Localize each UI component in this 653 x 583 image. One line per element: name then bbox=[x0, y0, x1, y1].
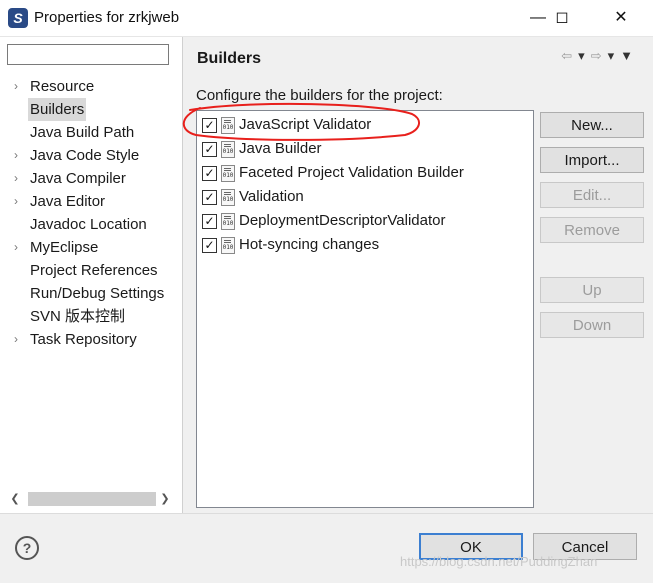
scroll-left-icon[interactable]: ❮ bbox=[6, 490, 24, 508]
tree-item-java-editor[interactable]: › Java Editor bbox=[0, 190, 182, 213]
dialog-footer: ? OK Cancel https://blog.csdn.net/Puddin… bbox=[0, 513, 653, 583]
watermark-text: https://blog.csdn.net/PuddingZhan bbox=[400, 554, 598, 569]
tree-item-java-build-path[interactable]: Java Build Path bbox=[0, 121, 182, 144]
expand-arrow-icon[interactable]: › bbox=[14, 190, 24, 213]
window-title: Properties for zrkjweb bbox=[34, 9, 180, 26]
edit-builder-button[interactable]: Edit... bbox=[540, 182, 644, 208]
tree-item-javadoc-location[interactable]: Javadoc Location bbox=[0, 213, 182, 236]
builder-checkbox[interactable]: ✓ bbox=[202, 238, 217, 253]
builder-row-javascript-validator[interactable]: ✓ 010 JavaScript Validator bbox=[202, 114, 522, 136]
back-arrow-icon[interactable]: ⇦ bbox=[561, 48, 578, 63]
tree-item-svn[interactable]: SVN 版本控制 bbox=[0, 305, 182, 328]
property-page-list: › Resource Builders Java Build Path › Java… bbox=[0, 75, 182, 351]
tree-item-builders[interactable]: Builders bbox=[0, 98, 182, 121]
builder-icon: 010 bbox=[221, 117, 235, 134]
page-header: Builders ⇦▾⇨▾▼ bbox=[183, 37, 653, 79]
builder-row-java-builder[interactable]: ✓ 010 Java Builder bbox=[202, 138, 522, 160]
expand-arrow-icon[interactable]: › bbox=[14, 167, 24, 190]
back-menu-chevron-icon[interactable]: ▾ bbox=[578, 48, 591, 63]
move-up-button[interactable]: Up bbox=[540, 277, 644, 303]
expand-arrow-icon[interactable]: › bbox=[14, 144, 24, 167]
expand-arrow-icon[interactable]: › bbox=[14, 236, 24, 259]
builder-checkbox[interactable]: ✓ bbox=[202, 118, 217, 133]
builders-list: ✓ 010 JavaScript Validator ✓ 010 Java Bu… bbox=[196, 110, 534, 508]
horizontal-scrollbar[interactable]: ❮ ❯ bbox=[6, 490, 174, 508]
builder-icon: 010 bbox=[221, 237, 235, 254]
forward-arrow-icon[interactable]: ⇨ bbox=[591, 48, 608, 63]
forward-menu-chevron-icon[interactable]: ▾ bbox=[608, 48, 621, 63]
close-icon[interactable]: ✕ bbox=[598, 0, 644, 36]
new-builder-button[interactable]: New... bbox=[540, 112, 644, 138]
tree-item-java-code-style[interactable]: › Java Code Style bbox=[0, 144, 182, 167]
scroll-thumb[interactable] bbox=[28, 492, 156, 506]
view-menu-icon[interactable]: ▼ bbox=[620, 48, 639, 63]
builder-checkbox[interactable]: ✓ bbox=[202, 166, 217, 181]
remove-builder-button[interactable]: Remove bbox=[540, 217, 644, 243]
builder-row-validation[interactable]: ✓ 010 Validation bbox=[202, 186, 522, 208]
builder-row-faceted-project-validation[interactable]: ✓ 010 Faceted Project Validation Builder bbox=[202, 162, 522, 184]
tree-item-java-compiler[interactable]: › Java Compiler bbox=[0, 167, 182, 190]
expand-arrow-icon[interactable]: › bbox=[14, 328, 24, 351]
move-down-button[interactable]: Down bbox=[540, 312, 644, 338]
tree-item-myeclipse[interactable]: › MyEclipse bbox=[0, 236, 182, 259]
builder-row-deployment-descriptor-validator[interactable]: ✓ 010 DeploymentDescriptorValidator bbox=[202, 210, 522, 232]
builder-icon: 010 bbox=[221, 213, 235, 230]
myeclipse-icon: S bbox=[8, 8, 28, 28]
builder-checkbox[interactable]: ✓ bbox=[202, 142, 217, 157]
builder-icon: 010 bbox=[221, 165, 235, 182]
page-description: Configure the builders for the project: bbox=[196, 87, 443, 104]
history-navigation: ⇦▾⇨▾▼ bbox=[561, 48, 639, 64]
page-title: Builders bbox=[197, 50, 262, 67]
builder-row-hot-syncing-changes[interactable]: ✓ 010 Hot-syncing changes bbox=[202, 234, 522, 256]
property-page-tree: › Resource Builders Java Build Path › Java… bbox=[0, 37, 183, 513]
help-icon[interactable]: ? bbox=[15, 536, 39, 560]
filter-input[interactable] bbox=[7, 44, 169, 65]
builders-page: Builders ⇦▾⇨▾▼ Configure the builders fo… bbox=[183, 37, 653, 513]
title-bar: S Properties for zrkjweb — ◻ ✕ bbox=[0, 0, 653, 37]
tree-item-project-references[interactable]: Project References bbox=[0, 259, 182, 282]
maximize-icon[interactable]: ◻ bbox=[539, 0, 585, 36]
tree-item-resource[interactable]: › Resource bbox=[0, 75, 182, 98]
tree-item-run-debug-settings[interactable]: Run/Debug Settings bbox=[0, 282, 182, 305]
expand-arrow-icon[interactable]: › bbox=[14, 75, 24, 98]
tree-item-task-repository[interactable]: › Task Repository bbox=[0, 328, 182, 351]
builder-icon: 010 bbox=[221, 141, 235, 158]
import-builder-button[interactable]: Import... bbox=[540, 147, 644, 173]
scroll-right-icon[interactable]: ❯ bbox=[156, 490, 174, 508]
builder-icon: 010 bbox=[221, 189, 235, 206]
builder-checkbox[interactable]: ✓ bbox=[202, 190, 217, 205]
builder-checkbox[interactable]: ✓ bbox=[202, 214, 217, 229]
